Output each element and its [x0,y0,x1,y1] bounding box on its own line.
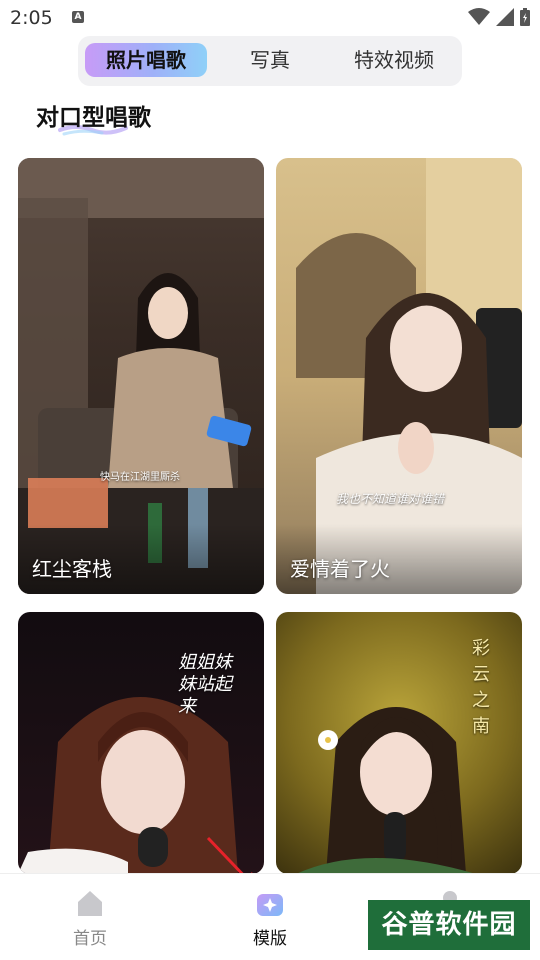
status-icons [468,8,530,26]
tab-effects-video[interactable]: 特效视频 [334,43,454,77]
section-title: 对口型唱歌 [36,105,151,131]
home-icon [78,891,102,916]
battery-icon [520,8,530,26]
tab-photo-singing[interactable]: 照片唱歌 [85,43,207,77]
card-title: 红尘客栈 [32,557,112,581]
templates-icon [257,894,283,916]
template-card[interactable]: 彩云之南 [276,612,522,874]
tab-portrait[interactable]: 写真 [228,43,312,77]
category-tab-bar: 照片唱歌 写真 特效视频 [78,36,462,86]
status-time: 2:05 [10,7,53,29]
signal-icon [496,8,514,26]
nav-home[interactable]: 首页 [30,874,150,960]
card-caption: 姐姐妹妹站起来 [178,652,232,717]
wifi-icon [468,8,490,25]
card-caption: 彩云之南 [472,638,490,737]
nav-templates-label: 模版 [253,929,287,949]
nav-home-label: 首页 [73,929,107,949]
card-caption: 我也不知道谁对谁错 [336,492,445,506]
template-card[interactable]: 我也不知道谁对谁错 爱情着了火 [276,158,522,594]
template-card[interactable]: 快马在江湖里厮杀 红尘客栈 [18,158,264,594]
card-caption: 快马在江湖里厮杀 [100,472,180,483]
card-title: 爱情着了火 [290,557,390,581]
notification-icon: A [72,11,84,23]
status-bar: 2:05 A [0,0,540,36]
site-watermark: 谷普软件园 [368,900,530,950]
nav-templates[interactable]: 模版 [210,874,330,960]
